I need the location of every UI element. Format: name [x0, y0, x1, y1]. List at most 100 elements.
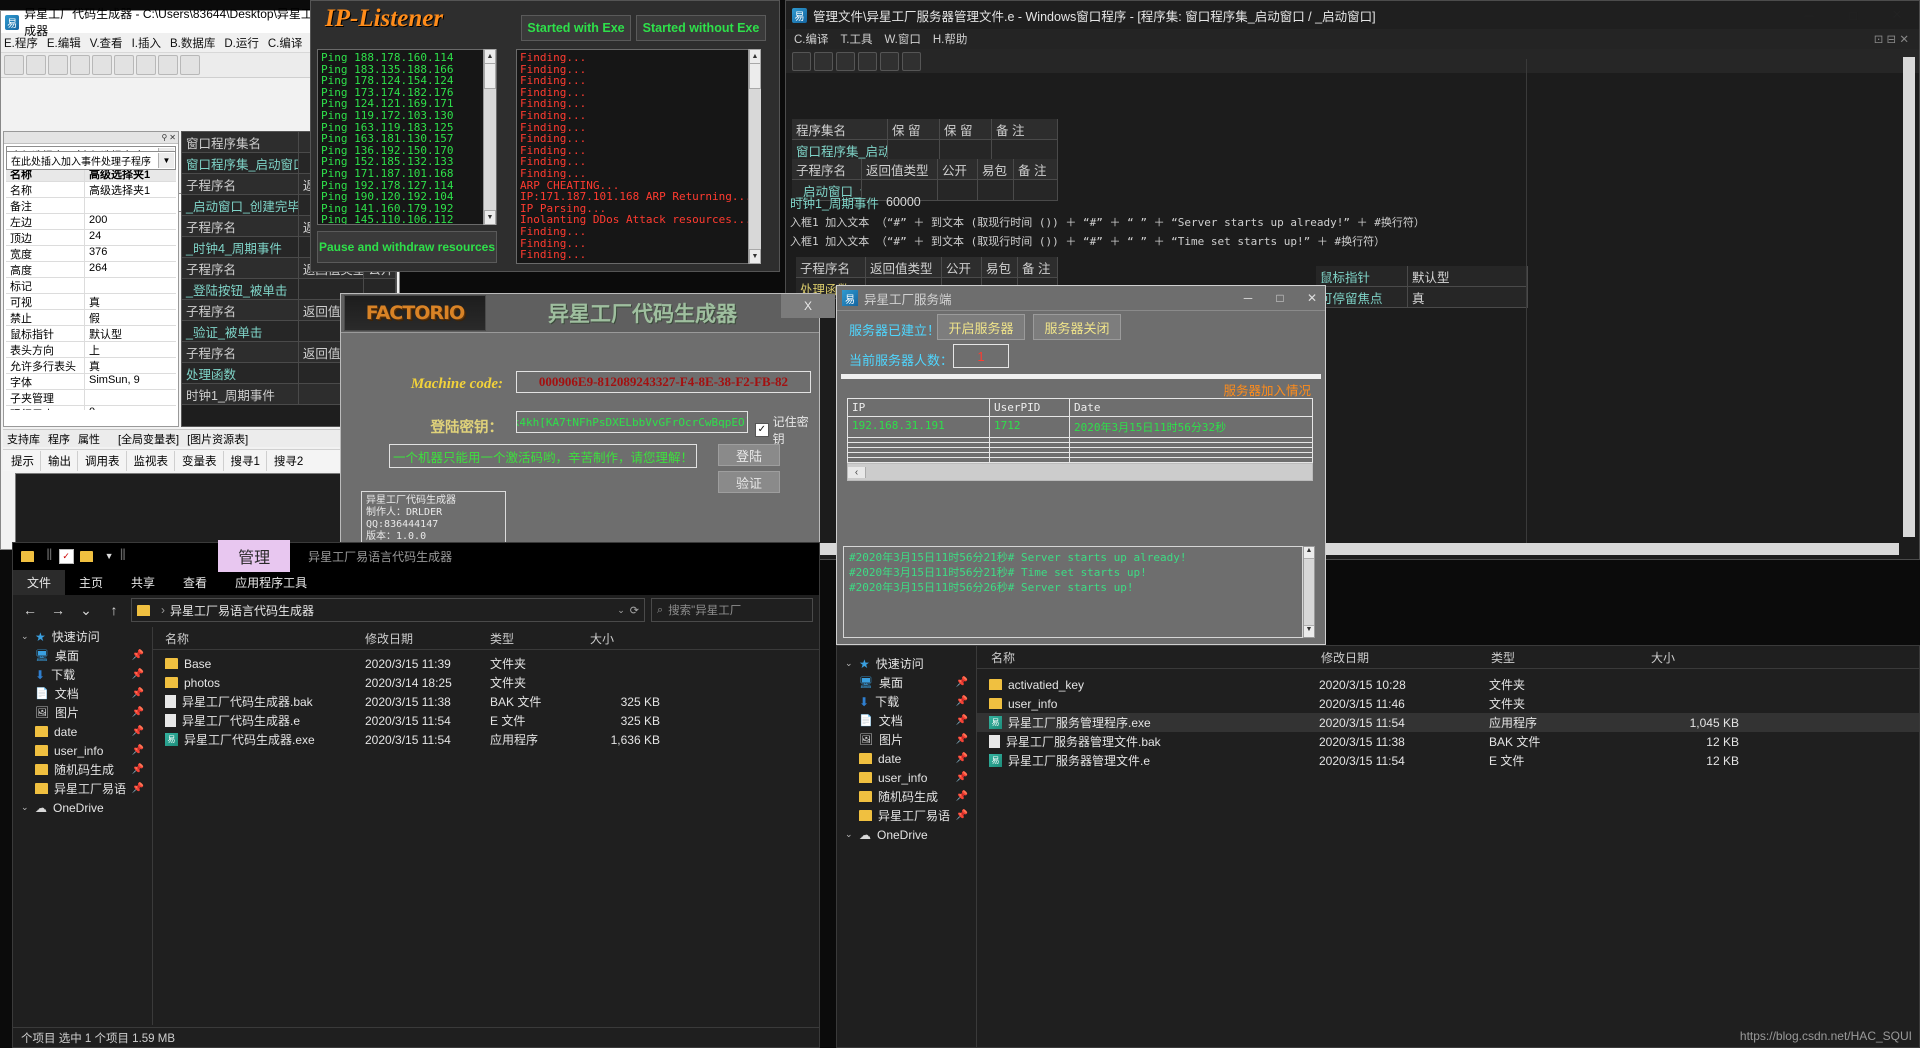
mgr-prop-panel[interactable]: 鼠标指针 默认型 可停留焦点 真 — [1316, 266, 1546, 308]
status-tab-watch[interactable]: 监视表 — [128, 450, 175, 471]
server-stop-button[interactable]: 服务器关闭 — [1033, 314, 1121, 340]
file-row[interactable]: 异星工厂代码生成器.e 2020/3/15 11:54 E 文件 325 KB — [153, 711, 819, 730]
file-row[interactable]: user_info 2020/3/15 11:46 文件夹 — [977, 694, 1919, 713]
chevron-down-icon[interactable]: ⌄ — [845, 829, 854, 840]
tree-item[interactable]: 🖥 桌面 📌 — [13, 646, 152, 665]
tree-item[interactable]: ⬇ 下载 📌 — [837, 692, 976, 711]
toolbar-run-icon[interactable] — [158, 55, 178, 75]
server-close-button[interactable]: ✕ — [1299, 287, 1325, 309]
mgr-menu-compile[interactable]: C.编译 — [794, 31, 829, 47]
checkbox-check-icon[interactable]: ✓ — [755, 423, 769, 437]
scroll-up-icon-3[interactable]: ▲ — [1304, 547, 1314, 559]
status-tab-calltable[interactable]: 调用表 — [79, 450, 127, 471]
pin-icon[interactable]: 📌 — [132, 688, 144, 699]
property-close-icon[interactable]: ✕ — [169, 133, 176, 142]
mgr-menu-help[interactable]: H.帮助 — [933, 31, 968, 47]
tree-item[interactable]: user_info 📌 — [13, 741, 152, 760]
attack-log-scrollbar[interactable]: ▲ ▼ — [748, 49, 761, 264]
login-key-input[interactable]: k4kh[KA7tNFhPsDXELbbVvGFrOcrCwBqpEO` — [516, 411, 748, 433]
menu-edit[interactable]: E.编辑 — [47, 35, 81, 51]
scroll-up-icon[interactable]: ▲ — [484, 49, 496, 64]
file-list-right[interactable]: 名称 修改日期 类型 大小 activatied_key 2020/3/15 10… — [977, 646, 1919, 1047]
tree-item[interactable]: ⌄ ☁ OneDrive — [13, 798, 152, 817]
ip-listener-window[interactable]: IP-Listener Started with Exe Started wit… — [310, 0, 780, 272]
mgr-prop-row-2[interactable]: 可停留焦点 真 — [1316, 287, 1546, 308]
mgr-tool-brace-icon[interactable] — [858, 51, 877, 71]
scroll-left-icon[interactable]: ‹ — [848, 466, 866, 478]
pin-icon[interactable]: 📌 — [132, 745, 144, 756]
ribbon-tab-view[interactable]: 查看 — [169, 570, 221, 595]
keygen-login-button[interactable]: 登陆 — [718, 444, 780, 466]
property-panel[interactable]: ⚲ ✕ 高级选择夹1（高级选择夹1） ▼ 名称 高级选择夹1 名称高级选择夹1备… — [3, 131, 179, 427]
explorer-left[interactable]: ‖ ✓ ▼ ‖ 管理 异星工厂易语言代码生成器 文件 主页 共享 查看 应用程序… — [12, 540, 820, 1048]
forward-button[interactable]: → — [47, 599, 69, 621]
manage-contextual-tab[interactable]: 管理 — [218, 540, 291, 572]
property-row[interactable]: 顶边 24 — [6, 230, 176, 246]
col-name-left[interactable]: 名称 — [153, 630, 365, 647]
scroll-down-icon-2[interactable]: ▼ — [749, 249, 761, 264]
mgr-menu-tools[interactable]: T.工具 — [841, 31, 873, 47]
property-value[interactable]: 假 — [85, 310, 176, 325]
server-count-field[interactable]: 1 — [953, 344, 1009, 368]
file-row[interactable]: 异星工厂服务器管理文件.bak 2020/3/15 11:38 BAK 文件 12 K… — [977, 732, 1919, 751]
property-row[interactable]: 允许多行表头真 — [6, 358, 176, 374]
file-row[interactable]: activatied_key 2020/3/15 10:28 文件夹 — [977, 675, 1919, 694]
tree-item[interactable]: ⬇ 下载 📌 — [13, 665, 152, 684]
property-pin-icon[interactable]: ⚲ — [161, 133, 167, 142]
tree-item[interactable]: 📄 文档 📌 — [13, 684, 152, 703]
event-insert-combo[interactable]: 在此处插入加入事件处理子程序 ▼ — [6, 151, 176, 170]
tree-item[interactable]: 🖼 图片 📌 — [837, 730, 976, 749]
tab-image-resource-table[interactable]: [图片资源表] — [187, 431, 248, 447]
col-date-right[interactable]: 修改日期 — [1321, 649, 1491, 666]
explorer-right[interactable]: ⌄ ★ 快速访问 🖥 桌面 📌 ⬇ 下载 📌 📄 文档 📌 🖼 图片 📌 date 📌 user_info 📌 随机码… — [836, 645, 1920, 1048]
toolbar-debug-icon[interactable] — [180, 55, 200, 75]
toolbar-undo-icon[interactable] — [136, 55, 156, 75]
file-columns-left[interactable]: 名称 修改日期 类型 大小 — [153, 627, 819, 650]
tab-support-lib[interactable]: 支持库 — [7, 431, 40, 447]
scroll-down-icon[interactable]: ▼ — [484, 210, 496, 225]
tree-item[interactable]: 📄 文档 📌 — [837, 711, 976, 730]
manager-menubar[interactable]: C.编译 T.工具 W.窗口 H.帮助 ⊡ ⊟ ✕ — [786, 29, 1919, 49]
pin-icon[interactable]: 📌 — [956, 772, 968, 783]
scroll-up-icon-2[interactable]: ▲ — [749, 49, 761, 64]
mgr-assembly-grid[interactable]: 程序集名 保 留 保 留 备 注 窗口程序集_启动窗口 — [792, 119, 1058, 161]
qat-chevron-down-icon[interactable]: ▼ — [105, 551, 114, 561]
property-row[interactable]: 标记 — [6, 278, 176, 294]
started-with-exe-button[interactable]: Started with Exe — [521, 15, 631, 41]
tree-item[interactable]: 异星工厂易语 📌 — [837, 806, 976, 825]
file-row[interactable]: photos 2020/3/14 18:25 文件夹 — [153, 673, 819, 692]
file-row[interactable]: 易异星工厂服务管理程序.exe 2020/3/15 11:54 应用程序 1,045 … — [977, 713, 1919, 732]
tree-item[interactable]: 异星工厂易语 📌 — [13, 779, 152, 798]
tree-item[interactable]: 🖥 桌面 📌 — [837, 673, 976, 692]
ide-bottom-tabs[interactable]: 支持库 程序 属性 [全局变量表] [图片资源表] — [3, 429, 397, 447]
property-row[interactable]: 鼠标指针 默认型 — [6, 326, 176, 342]
pin-icon[interactable]: 📌 — [132, 726, 144, 737]
ribbon-tab-share[interactable]: 共享 — [117, 570, 169, 595]
col-name-right[interactable]: 名称 — [977, 649, 1321, 666]
property-value[interactable] — [85, 278, 176, 293]
property-value[interactable] — [85, 390, 176, 405]
mgr-tool-step-icon[interactable] — [836, 51, 855, 71]
menu-run[interactable]: D.运行 — [224, 35, 259, 51]
property-row[interactable]: 子夹管理 — [6, 390, 176, 406]
property-row[interactable]: 表头方向上 — [6, 342, 176, 358]
manager-close-button[interactable]: ✕ — [1875, 2, 1919, 28]
file-row[interactable]: 易异星工厂服务器管理文件.e 2020/3/15 11:54 E 文件 12 KB — [977, 751, 1919, 770]
mgr-menu-window[interactable]: W.窗口 — [884, 31, 920, 47]
toolbar-cut-icon[interactable] — [70, 55, 90, 75]
mgr-tool-hand-icon[interactable] — [880, 51, 899, 71]
menu-insert[interactable]: I.插入 — [132, 35, 161, 51]
mgr-tool-run-icon[interactable] — [792, 51, 811, 71]
menu-compile[interactable]: C.编译 — [268, 35, 303, 51]
pause-withdraw-button[interactable]: Pause and withdraw resources — [317, 231, 497, 263]
col-date-left[interactable]: 修改日期 — [365, 630, 490, 647]
tree-item[interactable]: user_info 📌 — [837, 768, 976, 787]
property-value[interactable]: 上 — [85, 342, 176, 357]
scroll-thumb[interactable] — [484, 63, 496, 89]
ribbon-tabs-left[interactable]: 文件 主页 共享 查看 应用程序工具 — [13, 569, 819, 595]
property-value[interactable]: 200 — [85, 214, 176, 229]
file-row[interactable]: Base 2020/3/15 11:39 文件夹 — [153, 654, 819, 673]
status-tab-hint[interactable]: 提示 — [5, 450, 41, 471]
property-value[interactable]: 真 — [85, 358, 176, 373]
pin-icon[interactable]: 📌 — [956, 791, 968, 802]
